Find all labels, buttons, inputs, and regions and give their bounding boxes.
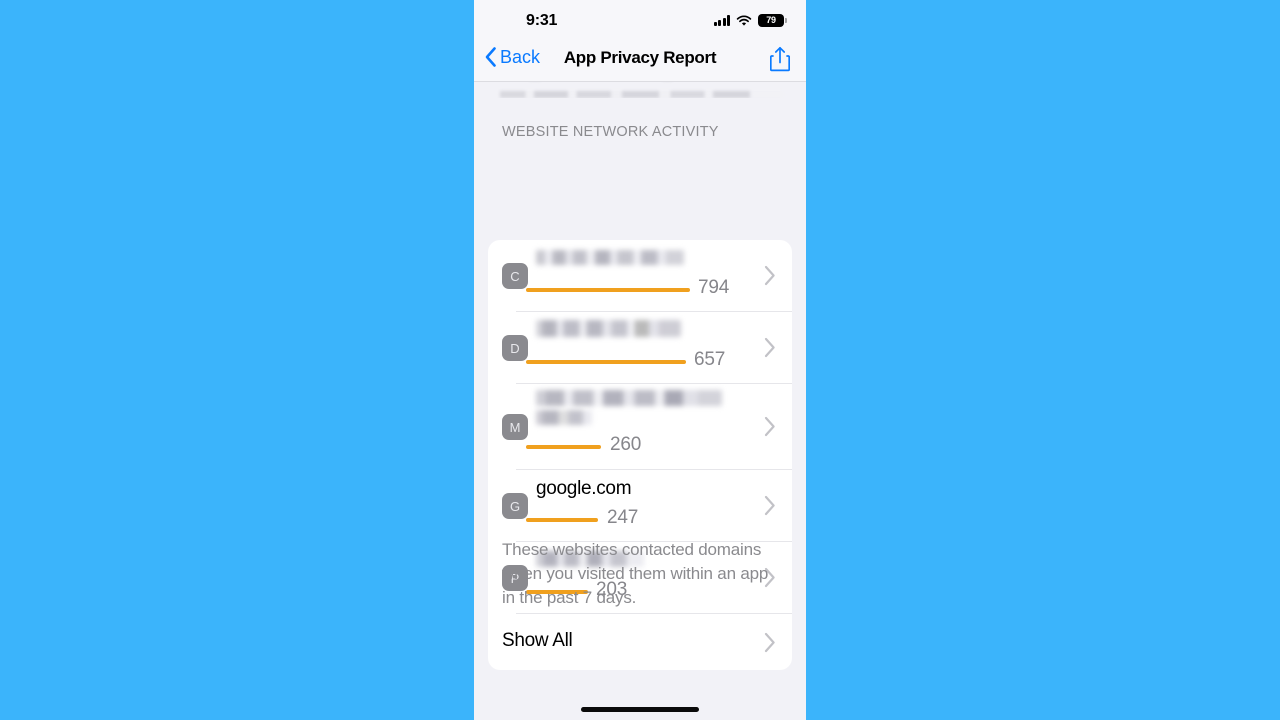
- redacted-domain-name: [536, 390, 722, 406]
- share-icon: [769, 46, 791, 72]
- chevron-right-icon: [764, 495, 775, 516]
- redacted-domain-name: [536, 320, 681, 337]
- ghost-fragment: [500, 91, 784, 98]
- show-all-label: Show All: [502, 630, 573, 651]
- activity-bar: [526, 360, 686, 364]
- table-row[interactable]: D 657: [488, 312, 792, 384]
- chevron-right-icon: [764, 632, 775, 653]
- chevron-right-icon: [764, 265, 775, 286]
- activity-bar: [526, 288, 690, 292]
- page-title: App Privacy Report: [563, 48, 717, 67]
- contact-count: 247: [607, 507, 639, 528]
- footer-description: These websites contacted domains when yo…: [502, 540, 769, 607]
- activity-bar: [526, 445, 601, 449]
- domain-name: google.com: [536, 478, 632, 499]
- chevron-right-icon: [764, 416, 775, 437]
- avatar: D: [502, 335, 528, 361]
- redacted-domain-name: [536, 250, 684, 265]
- avatar: G: [502, 493, 528, 519]
- navigation-bar: Back App Privacy Report: [474, 44, 806, 82]
- status-bar: 9:31 79: [474, 0, 806, 44]
- contact-count: 794: [698, 277, 730, 298]
- home-indicator[interactable]: [581, 707, 699, 712]
- battery-percent-label: 79: [766, 15, 776, 25]
- section-header: WEBSITE NETWORK ACTIVITY: [502, 124, 719, 140]
- table-row[interactable]: G google.com 247: [488, 470, 792, 542]
- scrolled-content-edge: [474, 82, 806, 98]
- chevron-right-icon: [764, 337, 775, 358]
- scroll-content[interactable]: WEBSITE NETWORK ACTIVITY C 794 D 657 M 2…: [474, 82, 806, 720]
- screen: 9:31 79 Back App Privacy Report WEBSITE …: [0, 0, 1280, 720]
- activity-bar: [526, 518, 598, 522]
- show-all-row[interactable]: Show All: [488, 614, 792, 670]
- battery-tip: [785, 18, 787, 23]
- status-bar-time: 9:31: [526, 12, 558, 29]
- share-button[interactable]: [769, 46, 791, 77]
- redacted-domain-name-line2: [536, 410, 592, 425]
- wifi-icon: [736, 14, 752, 26]
- avatar: M: [502, 414, 528, 440]
- phone-viewport: 9:31 79 Back App Privacy Report WEBSITE …: [474, 0, 806, 720]
- status-bar-indicators: 79: [713, 14, 787, 27]
- table-row[interactable]: M 260: [488, 384, 792, 470]
- avatar: C: [502, 263, 528, 289]
- contact-count: 260: [610, 434, 642, 455]
- table-row[interactable]: C 794: [488, 240, 792, 312]
- battery-icon: 79: [758, 14, 787, 27]
- contact-count: 657: [694, 349, 726, 370]
- cellular-bars-icon: [713, 15, 730, 26]
